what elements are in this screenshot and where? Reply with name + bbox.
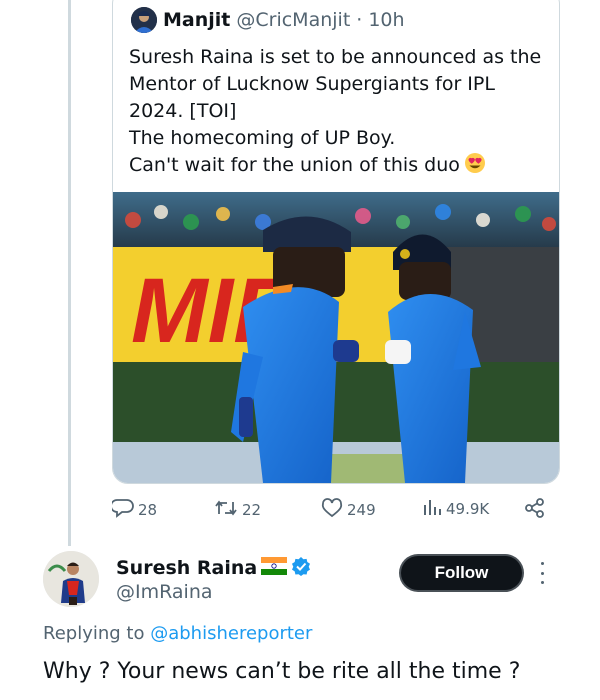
thread-line	[68, 0, 71, 546]
quoted-tweet-time[interactable]: 10h	[368, 9, 404, 31]
views-count: 49.9K	[446, 500, 490, 518]
retweet-count: 22	[242, 501, 262, 519]
reply-author-avatar[interactable]	[43, 551, 99, 607]
reply-author-row: Suresh Raina	[116, 556, 311, 580]
quoted-tweet-card[interactable]: Manjit @CricManjit · 10h Suresh Raina is…	[112, 0, 560, 484]
quoted-text-line-text: Can't wait for the union of this duo	[129, 154, 460, 176]
quoted-author-name[interactable]: Manjit	[163, 9, 230, 31]
reply-action[interactable]: 28	[110, 498, 158, 522]
retweet-icon	[214, 498, 238, 522]
reply-author-handle[interactable]: @ImRaina	[116, 581, 213, 603]
quoted-tweet-header: Manjit @CricManjit · 10h	[131, 7, 405, 33]
retweet-action[interactable]: 22	[214, 498, 261, 522]
quoted-text-line: 2024. [TOI]	[129, 100, 237, 122]
quoted-tweet-photo[interactable]: MIR	[113, 192, 559, 483]
follow-button[interactable]: Follow	[401, 556, 522, 590]
quoted-text-line: The homecoming of UP Boy.	[129, 127, 396, 149]
like-count: 249	[347, 501, 376, 519]
replying-to-line: Replying to @abhishereporter	[43, 623, 312, 644]
reply-count: 28	[138, 501, 158, 519]
views-bar-chart-icon	[422, 498, 442, 520]
quoted-author-avatar[interactable]	[131, 7, 157, 33]
heart-icon	[321, 498, 343, 522]
more-options-icon[interactable]	[535, 562, 549, 584]
replying-prefix: Replying to	[43, 623, 145, 644]
quoted-text-line: Suresh Raina is set to be announced as t…	[129, 46, 542, 68]
share-action[interactable]	[524, 498, 546, 522]
share-icon	[524, 498, 546, 522]
meta-separator: ·	[356, 9, 363, 31]
like-action[interactable]: 249	[321, 498, 376, 522]
tweet-actions-bar: 28 22 249 49.9K	[110, 498, 558, 522]
reply-icon	[110, 498, 134, 522]
quoted-text-line: Mentor of Lucknow Supergiants for IPL	[129, 73, 495, 95]
reply-author-name[interactable]: Suresh Raina	[116, 557, 257, 579]
verified-badge-icon	[291, 556, 311, 580]
india-flag-icon	[261, 557, 288, 579]
heart-eyes-emoji-icon	[464, 152, 486, 182]
reply-tweet-text: Why ? Your news can’t be rite all the ti…	[43, 659, 521, 684]
quoted-author-handle[interactable]: @CricManjit	[236, 9, 350, 31]
replying-mention-link[interactable]: @abhishereporter	[150, 623, 312, 644]
quoted-text-line: Can't wait for the union of this duo	[129, 152, 549, 182]
views-action[interactable]: 49.9K	[422, 498, 489, 520]
quoted-tweet-text: Suresh Raina is set to be announced as t…	[129, 44, 549, 182]
